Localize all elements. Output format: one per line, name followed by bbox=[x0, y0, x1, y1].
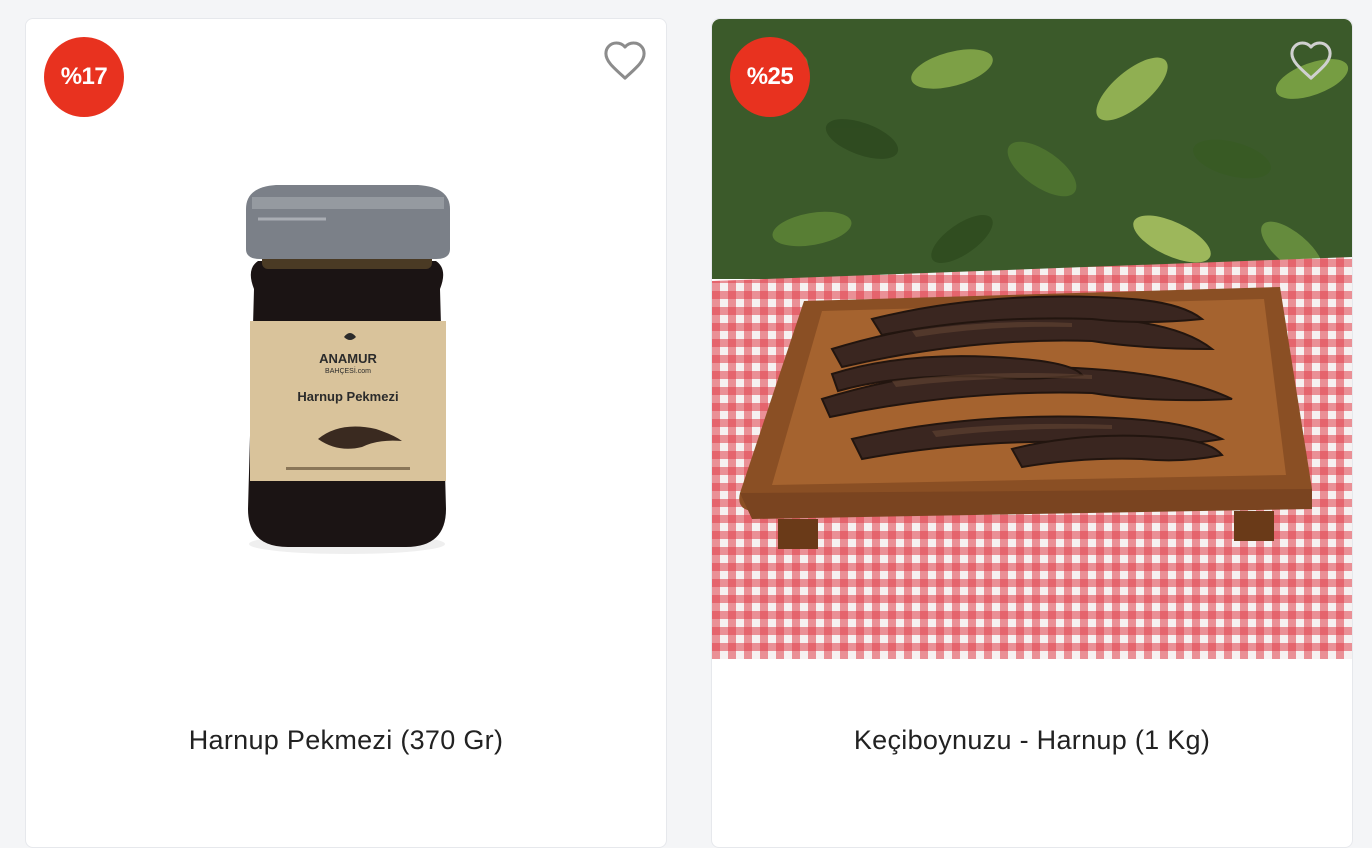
jar-label-product: Harnup Pekmezi bbox=[297, 389, 398, 404]
product-title[interactable]: Harnup Pekmezi (370 Gr) bbox=[26, 725, 666, 756]
heart-outline-icon bbox=[1290, 41, 1332, 80]
discount-badge: %17 bbox=[44, 37, 124, 117]
carob-image bbox=[712, 19, 1352, 659]
product-card[interactable]: %25 Keçiboynuzu - Harnup (1 Kg) bbox=[711, 18, 1353, 848]
jar-label-brand: ANAMUR bbox=[319, 351, 377, 366]
heart-outline-icon bbox=[604, 41, 646, 80]
product-card[interactable]: ANAMUR BAHÇESİ.com Harnup Pekmezi %17 Ha… bbox=[25, 18, 667, 848]
product-grid: ANAMUR BAHÇESİ.com Harnup Pekmezi %17 Ha… bbox=[0, 0, 1372, 848]
discount-badge: %25 bbox=[730, 37, 810, 117]
favorite-button[interactable] bbox=[1288, 39, 1334, 81]
favorite-button[interactable] bbox=[602, 39, 648, 81]
product-image[interactable]: ANAMUR BAHÇESİ.com Harnup Pekmezi bbox=[26, 19, 666, 659]
product-title[interactable]: Keçiboynuzu - Harnup (1 Kg) bbox=[712, 725, 1352, 756]
jar-image: ANAMUR BAHÇESİ.com Harnup Pekmezi bbox=[26, 19, 666, 659]
jar-label-brand-sub: BAHÇESİ.com bbox=[325, 366, 371, 375]
product-image[interactable] bbox=[712, 19, 1352, 659]
